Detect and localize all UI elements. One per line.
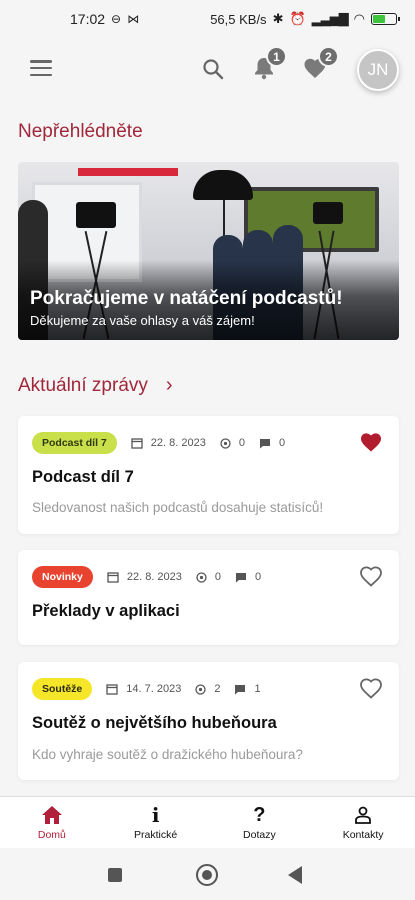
sync-status-icon: ⋈: [127, 12, 140, 26]
favorite-heart-icon[interactable]: [359, 565, 383, 587]
views-icon: [195, 683, 206, 695]
nav-item-practical[interactable]: i Praktické: [104, 797, 208, 848]
alarm-icon: ⏰: [289, 11, 306, 26]
nav-label: Dotazy: [243, 829, 276, 841]
bottom-navigation: Domů i Praktické ? Dotazy Kontakty: [0, 796, 415, 848]
comment-icon: [235, 572, 247, 583]
news-title: Překlady v aplikaci: [32, 602, 180, 620]
news-title: Soutěž o největšího hubeňoura: [32, 714, 277, 732]
calendar-icon: [107, 571, 119, 583]
signal-icon: ▂▃▅▇: [311, 11, 349, 26]
news-card-meta: Soutěže 14. 7. 2023 2 1: [32, 678, 261, 700]
mail-status-icon: ⊖: [111, 12, 122, 26]
avatar[interactable]: JN: [357, 49, 399, 91]
wifi-icon: ◠: [353, 11, 365, 26]
news-card-meta: Novinky 22. 8. 2023 0 0: [32, 566, 261, 588]
news-date: 22. 8. 2023: [150, 437, 206, 449]
views-count: 0: [214, 571, 222, 583]
network-speed: 56,5 KB/s: [210, 11, 267, 27]
question-icon: ?: [253, 803, 266, 826]
news-card-meta: Podcast díl 7 22. 8. 2023 0 0: [32, 432, 285, 454]
favorites-button[interactable]: 2: [301, 46, 339, 82]
comment-icon: [234, 684, 246, 695]
news-card[interactable]: Soutěže 14. 7. 2023 2 1 Soutěž o největš…: [18, 662, 399, 780]
views-count: 0: [238, 437, 245, 449]
comments-count: 1: [254, 683, 261, 695]
search-icon[interactable]: [200, 56, 226, 82]
banner-title: Pokračujeme v natáčení podcastů!: [30, 288, 343, 309]
top-app-bar: 1 2 JN: [0, 38, 415, 100]
notifications-button[interactable]: 1: [251, 46, 287, 82]
recent-apps-icon[interactable]: [108, 868, 122, 882]
nav-label: Praktické: [134, 829, 178, 841]
calendar-icon: [106, 683, 118, 695]
nav-item-home[interactable]: Domů: [0, 797, 104, 848]
views-count: 2: [214, 683, 221, 695]
comments-count: 0: [278, 437, 286, 449]
news-card[interactable]: Podcast díl 7 22. 8. 2023 0 0 Podcast dí…: [18, 416, 399, 534]
status-time: 17:02: [70, 11, 106, 27]
category-badge[interactable]: Podcast díl 7: [32, 432, 117, 454]
featured-section-title: Nepřehlédněte: [18, 121, 143, 142]
bluetooth-icon: ✱: [272, 11, 284, 26]
news-date: 22. 8. 2023: [126, 571, 182, 583]
nav-item-questions[interactable]: ? Dotazy: [208, 797, 312, 848]
nav-item-contacts[interactable]: Kontakty: [311, 797, 415, 848]
system-navigation-bar: [0, 848, 415, 900]
favorite-heart-icon[interactable]: [359, 677, 383, 699]
calendar-icon: [131, 437, 143, 449]
menu-icon[interactable]: [30, 60, 52, 76]
news-title: Podcast díl 7: [32, 468, 134, 486]
news-date: 14. 7. 2023: [126, 683, 182, 695]
news-description: Kdo vyhraje soutěž o dražického hubeňour…: [32, 747, 303, 762]
category-badge[interactable]: Soutěže: [32, 678, 93, 700]
info-icon: i: [151, 803, 160, 827]
favorite-heart-icon[interactable]: [359, 431, 383, 453]
category-badge[interactable]: Novinky: [32, 566, 93, 588]
views-icon: [220, 437, 231, 449]
views-icon: [196, 571, 207, 583]
nav-label: Kontakty: [342, 829, 384, 841]
battery-icon: [371, 13, 400, 25]
contacts-icon: [354, 805, 372, 825]
favorites-badge: 2: [318, 46, 339, 67]
news-section-title: Aktuální zprávy: [18, 374, 148, 396]
news-card[interactable]: Novinky 22. 8. 2023 0 0 Překlady v aplik…: [18, 550, 399, 645]
status-bar: 17:02 ⊖ ⋈ 56,5 KB/s ✱ ⏰ ▂▃▅▇ ◠: [0, 0, 415, 38]
chevron-right-icon[interactable]: ›: [166, 374, 173, 397]
comments-count: 0: [255, 571, 262, 583]
featured-banner[interactable]: Pokračujeme v natáčení podcastů! Děkujem…: [18, 162, 399, 340]
comment-icon: [259, 438, 271, 449]
banner-subtitle: Děkujeme za vaše ohlasy a váš zájem!: [30, 313, 255, 328]
home-system-icon[interactable]: [196, 864, 218, 886]
news-section-header[interactable]: Aktuální zprávy ›: [18, 374, 173, 397]
notifications-badge: 1: [266, 46, 287, 67]
back-icon[interactable]: [288, 866, 302, 884]
news-description: Sledovanost našich podcastů dosahuje sta…: [32, 500, 324, 515]
nav-label: Domů: [37, 829, 66, 841]
home-icon: [41, 805, 63, 825]
